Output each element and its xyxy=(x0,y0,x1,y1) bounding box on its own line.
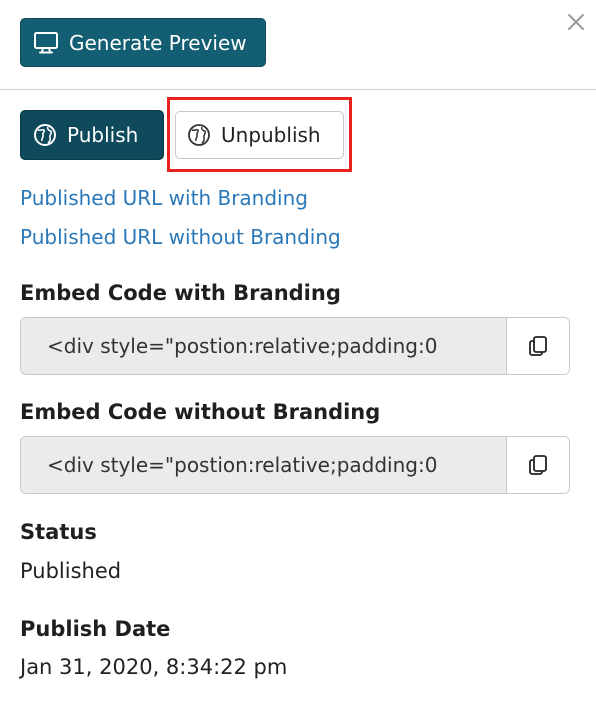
copy-embed-without-branding-button[interactable] xyxy=(506,437,569,493)
copy-icon xyxy=(526,334,550,358)
status-heading: Status xyxy=(20,520,97,544)
unpublish-button[interactable]: Unpublish xyxy=(175,111,344,159)
embed-without-branding-input[interactable] xyxy=(21,437,506,493)
embed-with-branding-input[interactable] xyxy=(21,318,506,374)
close-icon xyxy=(566,12,586,32)
embed-without-branding-heading: Embed Code without Branding xyxy=(20,400,381,424)
publish-button[interactable]: Publish xyxy=(20,110,164,160)
embed-without-branding-field-group xyxy=(20,436,570,494)
header-divider xyxy=(0,89,596,90)
globe-icon xyxy=(187,123,211,147)
publish-date-heading: Publish Date xyxy=(20,617,171,641)
publish-date-value: Jan 31, 2020, 8:34:22 pm xyxy=(20,655,288,679)
globe-icon xyxy=(33,123,57,147)
publish-label: Publish xyxy=(67,123,139,147)
copy-icon xyxy=(526,453,550,477)
status-value: Published xyxy=(20,559,122,583)
monitor-icon xyxy=(33,31,59,55)
embed-with-branding-field-group xyxy=(20,317,570,375)
published-url-with-branding-link[interactable]: Published URL with Branding xyxy=(20,186,308,210)
generate-preview-label: Generate Preview xyxy=(69,30,247,55)
generate-preview-button[interactable]: Generate Preview xyxy=(20,18,266,67)
published-url-without-branding-link[interactable]: Published URL without Branding xyxy=(20,225,341,249)
copy-embed-with-branding-button[interactable] xyxy=(506,318,569,374)
close-button[interactable] xyxy=(562,8,590,36)
embed-with-branding-heading: Embed Code with Branding xyxy=(20,281,341,305)
unpublish-label: Unpublish xyxy=(221,123,321,147)
